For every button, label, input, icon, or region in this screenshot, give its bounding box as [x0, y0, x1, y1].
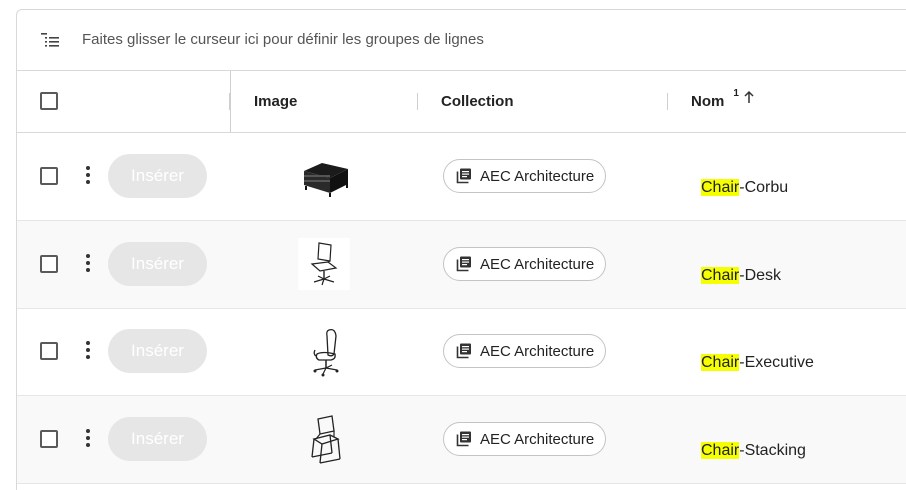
table-row[interactable]: Insérer AEC Architecture Chair-Desk: [17, 221, 906, 309]
column-resize-handle[interactable]: [229, 93, 230, 110]
data-grid: Faites glisser le curseur ici pour défin…: [16, 9, 906, 490]
row-group-icon: [41, 33, 59, 47]
column-divider: [230, 71, 231, 132]
library-icon: [456, 168, 471, 184]
desk-chair-thumbnail: [298, 238, 350, 290]
column-header-collection[interactable]: Collection: [441, 71, 514, 132]
asset-name: Chair-Stacking: [701, 442, 806, 459]
insert-button[interactable]: Insérer: [108, 154, 207, 198]
asset-name: Chair-Corbu: [701, 179, 789, 196]
table-header: Image Collection Nom 1: [17, 71, 906, 133]
row-checkbox[interactable]: [40, 430, 58, 448]
arrow-up-icon[interactable]: [743, 90, 755, 104]
select-all-checkbox[interactable]: [40, 92, 58, 110]
armchair-thumbnail: [304, 163, 348, 197]
row-group-hint: Faites glisser le curseur ici pour défin…: [82, 31, 484, 48]
column-header-image[interactable]: Image: [254, 71, 297, 132]
column-resize-handle[interactable]: [417, 93, 418, 110]
column-resize-handle[interactable]: [667, 93, 668, 110]
library-icon: [456, 343, 471, 359]
stacking-chair-thumbnail: [311, 415, 341, 464]
table-row[interactable]: Insérer AEC Architecture Chair-Stacking: [17, 396, 906, 484]
collection-chip[interactable]: AEC Architecture: [443, 247, 607, 281]
asset-name: Chair-Executive: [701, 354, 814, 371]
table-row[interactable]: Insérer AEC Architecture Chair-Corbu: [17, 133, 906, 221]
column-header-name[interactable]: Nom 1: [691, 71, 755, 132]
asset-name: Chair-Desk: [701, 267, 782, 284]
more-actions-icon[interactable]: [85, 166, 91, 188]
library-icon: [456, 256, 471, 272]
collection-chip[interactable]: AEC Architecture: [443, 159, 607, 193]
row-checkbox[interactable]: [40, 167, 58, 185]
insert-button[interactable]: Insérer: [108, 329, 207, 373]
more-actions-icon[interactable]: [85, 341, 91, 363]
sort-order-index: 1: [733, 88, 739, 99]
collection-chip[interactable]: AEC Architecture: [443, 422, 607, 456]
row-checkbox[interactable]: [40, 342, 58, 360]
row-checkbox[interactable]: [40, 255, 58, 273]
insert-button[interactable]: Insérer: [108, 242, 207, 286]
executive-chair-thumbnail: [313, 328, 339, 377]
more-actions-icon[interactable]: [85, 429, 91, 451]
insert-button[interactable]: Insérer: [108, 417, 207, 461]
collection-chip[interactable]: AEC Architecture: [443, 334, 607, 368]
library-icon: [456, 431, 471, 447]
row-group-drop-zone[interactable]: Faites glisser le curseur ici pour défin…: [17, 10, 906, 71]
table-row[interactable]: Insérer AEC Architecture Chair-Executive: [17, 308, 906, 396]
more-actions-icon[interactable]: [85, 254, 91, 276]
